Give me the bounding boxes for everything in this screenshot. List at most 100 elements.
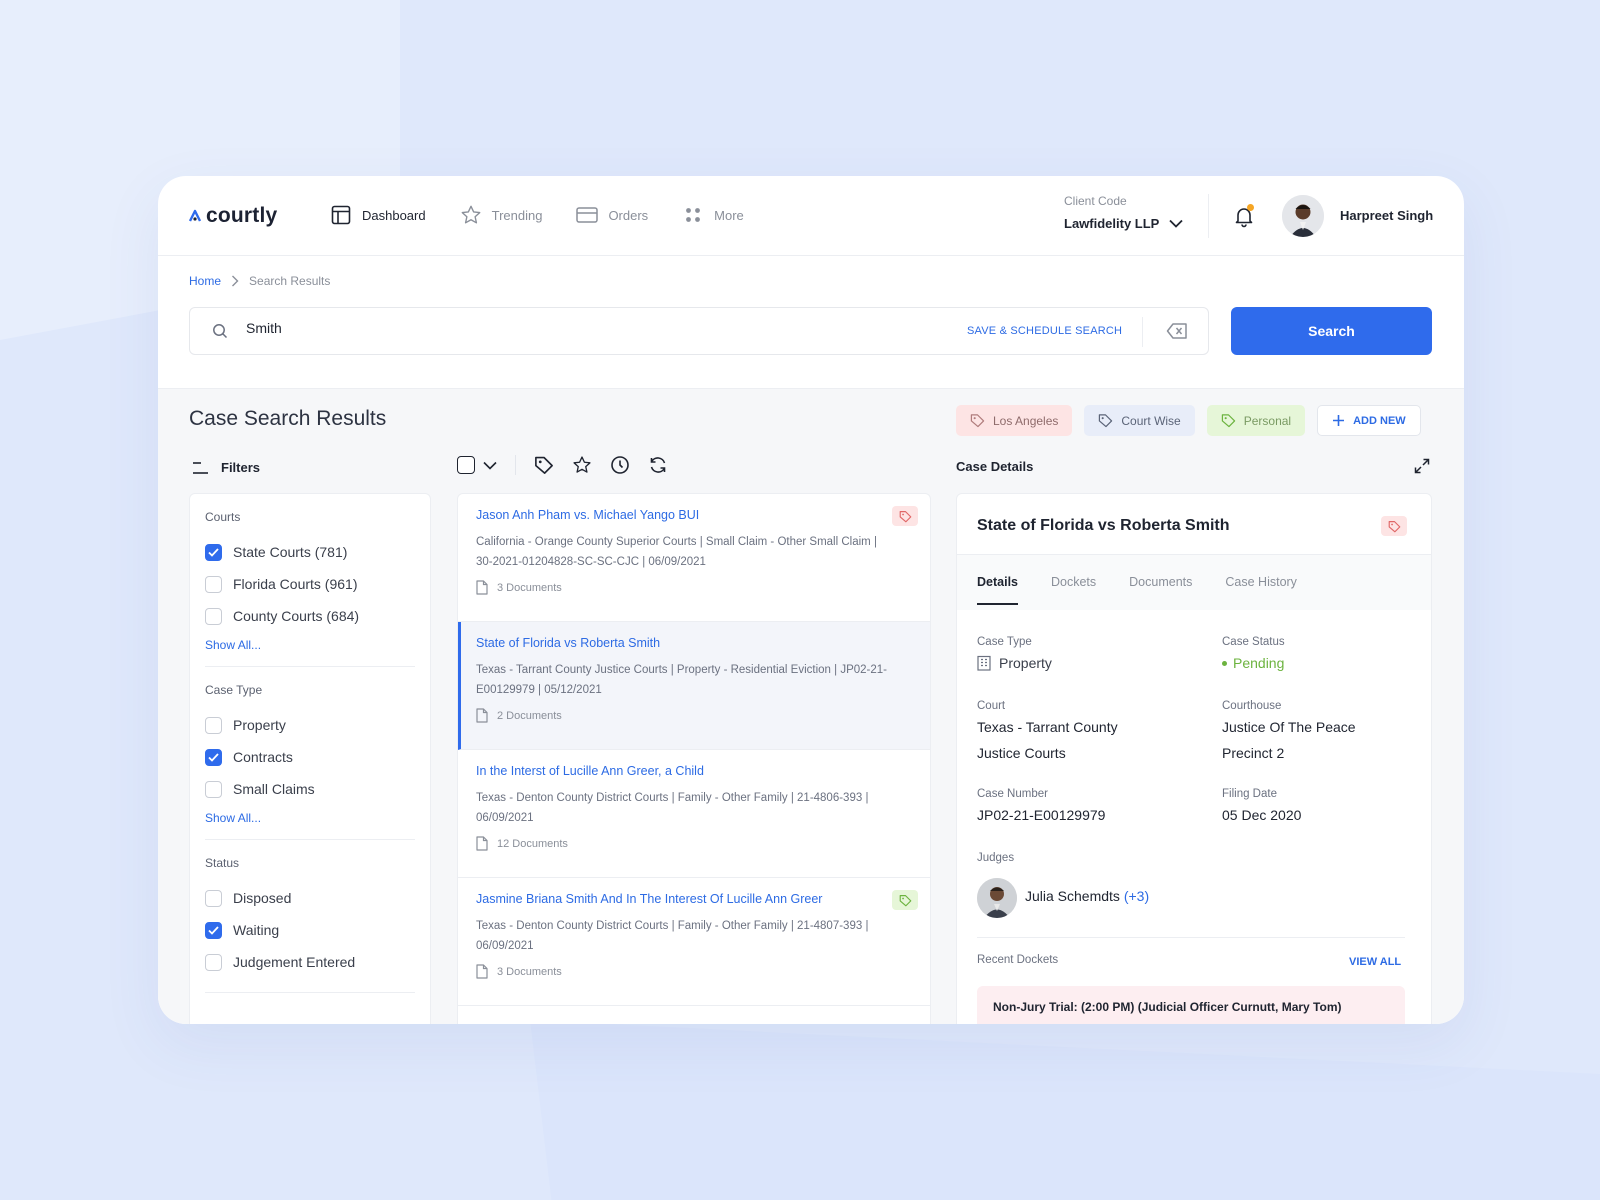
filter-option[interactable]: Waiting [205, 914, 415, 946]
select-all-checkbox[interactable] [457, 456, 475, 474]
case-number-value: JP02-21-E00129979 [977, 807, 1106, 823]
logo[interactable]: courtly [188, 204, 277, 228]
case-type-value: Property [977, 650, 1052, 676]
nav-label: Dashboard [362, 207, 426, 223]
judge-avatar[interactable] [977, 878, 1017, 918]
show-all-courts-link[interactable]: Show All... [205, 638, 261, 652]
result-title[interactable]: State of Florida vs Roberta Smith [476, 636, 912, 650]
filter-option-label: Small Claims [233, 781, 315, 797]
checkbox[interactable] [205, 953, 222, 971]
filter-option[interactable]: Small Claims [205, 773, 415, 805]
view-all-dockets-link[interactable]: VIEW ALL [1349, 956, 1401, 968]
checkbox-checked[interactable] [205, 543, 222, 561]
result-card[interactable]: In the Interst of Lucille Ann Greer, a C… [458, 750, 930, 878]
notification-bell-icon[interactable] [1232, 204, 1256, 228]
filter-option[interactable]: Contracts [205, 741, 415, 773]
filters-panel: Courts State Courts (781) Florida Courts… [189, 493, 431, 1024]
result-documents[interactable]: 12 Documents [476, 836, 912, 851]
star-icon[interactable] [572, 455, 592, 475]
filter-option-label: Disposed [233, 890, 292, 906]
nav-dashboard[interactable]: Dashboard [330, 204, 426, 226]
filter-option[interactable]: Disposed [205, 882, 415, 914]
court-line-1: Texas - Tarrant County [977, 719, 1118, 735]
tab-dockets[interactable]: Dockets [1051, 575, 1096, 605]
nav-orders[interactable]: Orders [576, 204, 648, 226]
add-new-tag-button[interactable]: ADD NEW [1317, 405, 1421, 436]
result-documents[interactable]: 3 Documents [476, 964, 912, 979]
dashboard-icon [330, 204, 352, 226]
client-code-text: Lawfidelity LLP [1064, 216, 1160, 231]
result-tag-badge[interactable] [892, 890, 918, 910]
checkbox[interactable] [205, 607, 222, 625]
result-documents[interactable]: 2 Documents [476, 708, 912, 723]
logo-mark-icon [188, 209, 202, 222]
result-tag-badge[interactable] [892, 506, 918, 526]
tag-personal[interactable]: Personal [1206, 405, 1306, 436]
checkbox[interactable] [205, 716, 222, 734]
filters-header[interactable]: Filters [191, 460, 260, 475]
expand-icon[interactable] [1414, 458, 1430, 474]
nav-label: Orders [608, 207, 649, 223]
tag-icon[interactable] [534, 455, 554, 475]
filing-date-label: Filing Date [1222, 788, 1277, 800]
filter-group-status-title: Status [205, 856, 240, 870]
result-title[interactable]: Jason Anh Pham vs. Michael Yango BUI [476, 508, 912, 522]
checkbox[interactable] [205, 889, 222, 907]
filter-option[interactable]: County Courts (684) [205, 600, 415, 632]
filter-option-label: Waiting [233, 922, 280, 938]
background-shape [530, 1020, 1600, 1200]
filter-option[interactable]: State Courts (781) [205, 536, 415, 568]
result-card-selected[interactable]: State of Florida vs Roberta Smith Texas … [458, 622, 930, 750]
nav-more[interactable]: More [682, 204, 744, 226]
filters-title: Filters [221, 460, 261, 475]
filter-option[interactable]: Judgement Entered [205, 946, 415, 978]
checkbox-checked[interactable] [205, 748, 222, 766]
refresh-icon[interactable] [648, 455, 668, 475]
user-avatar[interactable] [1282, 195, 1324, 237]
tab-details[interactable]: Details [977, 575, 1018, 605]
breadcrumb-home[interactable]: Home [189, 274, 221, 288]
docket-item[interactable]: Non-Jury Trial: (2:00 PM) (Judicial Offi… [977, 986, 1405, 1024]
result-card[interactable]: Jason Anh Pham vs. Michael Yango BUI Cal… [458, 494, 930, 622]
show-all-case-type-link[interactable]: Show All... [205, 811, 261, 825]
checkbox-checked[interactable] [205, 921, 222, 939]
result-title[interactable]: In the Interst of Lucille Ann Greer, a C… [476, 764, 912, 778]
checkbox[interactable] [205, 780, 222, 798]
page-title: Case Search Results [189, 407, 387, 430]
checkbox[interactable] [205, 575, 222, 593]
user-name[interactable]: Harpreet Singh [1340, 208, 1433, 223]
result-title[interactable]: Jasmine Briana Smith And In The Interest… [476, 892, 912, 906]
search-icon [213, 324, 228, 339]
select-all-dropdown[interactable] [457, 456, 497, 474]
filter-option[interactable]: Florida Courts (961) [205, 568, 415, 600]
result-description: Texas - Denton County District Courts | … [476, 920, 869, 952]
breadcrumb: Home Search Results [189, 274, 330, 288]
add-new-label: ADD NEW [1353, 414, 1406, 427]
result-documents[interactable]: 3 Documents [476, 580, 912, 595]
filter-group-case-type-title: Case Type [205, 683, 263, 697]
client-code-selector[interactable]: Client Code Lawfidelity LLP [1064, 194, 1183, 231]
divider [1208, 194, 1209, 238]
case-tag-badge[interactable] [1381, 516, 1407, 536]
divider [977, 937, 1405, 938]
building-icon [977, 655, 991, 671]
filter-option[interactable]: Property [205, 709, 415, 741]
nav-trending[interactable]: Trending [460, 204, 542, 226]
tab-documents[interactable]: Documents [1129, 575, 1192, 605]
grid-dots-icon [682, 204, 704, 226]
judge-more-count[interactable]: (+3) [1124, 888, 1149, 904]
result-card[interactable]: Jasmine Briana Smith And In The Interest… [458, 878, 930, 1006]
chevron-down-icon [1169, 219, 1183, 228]
save-schedule-search-link[interactable]: SAVE & SCHEDULE SEARCH [967, 325, 1122, 337]
search-button[interactable]: Search [1231, 307, 1432, 355]
clock-icon[interactable] [610, 455, 630, 475]
judge-name[interactable]: Julia Schemdts (+3) [1025, 888, 1149, 904]
tag-court-wise[interactable]: Court Wise [1084, 405, 1195, 436]
tag-los-angeles[interactable]: Los Angeles [956, 405, 1073, 436]
search-input[interactable] [246, 320, 846, 336]
tag-label: Personal [1243, 413, 1292, 428]
tab-case-history[interactable]: Case History [1225, 575, 1297, 605]
case-type-label: Case Type [977, 636, 1032, 648]
tag-icon [970, 414, 985, 428]
clear-search-icon[interactable] [1166, 322, 1188, 340]
